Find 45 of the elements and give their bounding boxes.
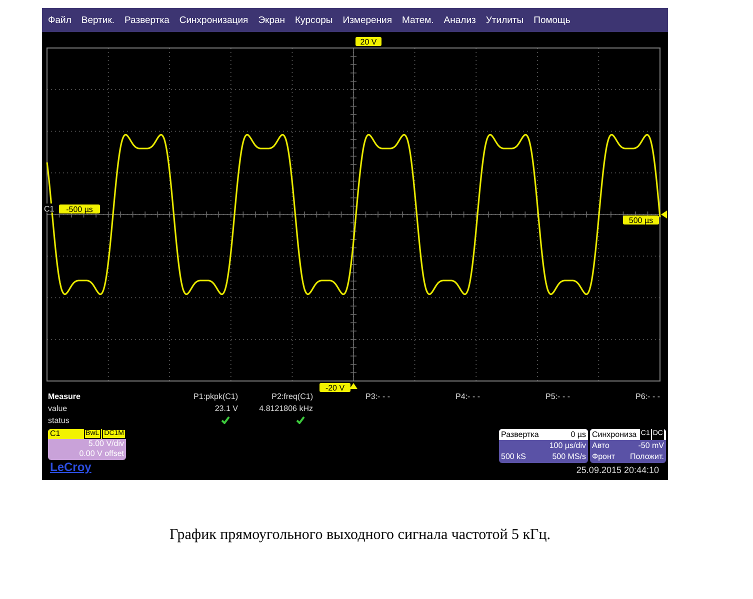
parameter-label: P6:- - - (634, 392, 660, 403)
trigger-mode: Авто (592, 440, 610, 451)
parameter-label: P3:- - - (364, 392, 390, 403)
menu-item[interactable]: Файл (48, 14, 72, 26)
menu-item[interactable]: Измерения (342, 14, 392, 26)
trigger-type: Фронт (592, 451, 616, 462)
row-label: value (48, 404, 68, 415)
parameter-value: 23.1 V (214, 404, 238, 415)
menu-item[interactable]: Утилиты (486, 14, 524, 26)
menu-item[interactable]: Экран (258, 14, 286, 26)
panel-title: Синхрониза (592, 429, 637, 440)
measure-title: Measure (48, 392, 82, 403)
menu-item[interactable]: Развертка (124, 14, 170, 26)
parameter-label: P2:freq(C1) (270, 392, 313, 403)
channel-offset: 0.00 V offset (79, 449, 125, 459)
timebase-panel[interactable]: Развертка 0 µs 100 µs/div 500 kS 500 MS/s (499, 429, 588, 463)
delay-value: 0 µs (570, 429, 586, 440)
sample-count: 500 kS (501, 451, 526, 462)
timestamp: 25.09.2015 20:44:10 (576, 465, 660, 475)
parameter-value: 4.8121806 kHz (258, 404, 313, 415)
channel-name: C1 (49, 429, 60, 439)
time-scale: 100 µs/div (549, 440, 586, 451)
trigger-position-icon (350, 383, 358, 389)
parameter-label: P4:- - - (454, 392, 480, 403)
menu-item[interactable]: Вертик. (81, 14, 115, 26)
row-label: status (48, 416, 70, 427)
trigger-level: -50 mV (638, 440, 664, 451)
sample-rate: 500 MS/s (552, 451, 586, 462)
trigger-slope: Положит. (630, 451, 664, 462)
channel-label: C1 (44, 204, 54, 214)
time-label: 500 µs (623, 216, 659, 225)
menu-item[interactable]: Курсоры (295, 14, 333, 26)
time-label: -500 µs (59, 204, 100, 214)
menu-item[interactable]: Синхронизация (179, 14, 248, 26)
level-label: 20 V (356, 37, 382, 46)
menu-item[interactable]: Помощь (534, 14, 570, 26)
menu-item[interactable]: Анализ (444, 14, 476, 26)
parameter-label: P5:- - - (544, 392, 570, 403)
parameter-label: P1:pkpk(C1) (192, 392, 238, 403)
figure-caption: График прямоугольного выходного сигнала частотой 5 кГц. (168, 527, 552, 544)
logo: LeCroy (49, 460, 92, 474)
panel-title: Развертка (501, 429, 539, 440)
trigger-level-icon (661, 210, 667, 218)
channel-scale: 5.00 V/div (88, 439, 125, 449)
menu-item[interactable]: Матем. (402, 14, 434, 26)
